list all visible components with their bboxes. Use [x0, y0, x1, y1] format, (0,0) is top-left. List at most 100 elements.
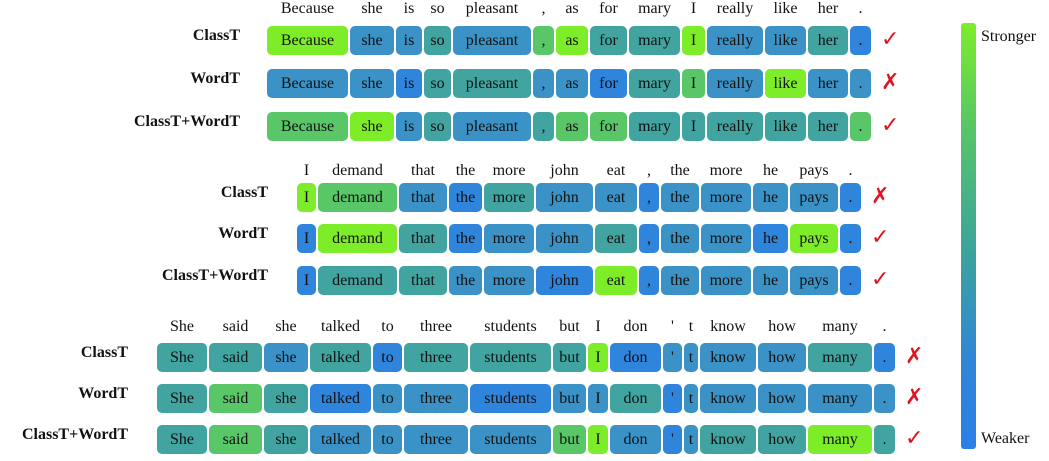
token-box: I	[682, 26, 705, 55]
header-token: three	[420, 318, 452, 335]
token-box: for	[590, 26, 627, 55]
header-token: more	[709, 162, 743, 179]
token-box: I	[682, 112, 705, 141]
header-token: as	[565, 0, 579, 17]
token-box: she	[350, 69, 394, 98]
header-token: he	[762, 162, 779, 179]
token-box: her	[808, 69, 848, 98]
token-box: .	[850, 26, 871, 55]
token-box: demand	[318, 224, 397, 253]
header-token: talked	[320, 318, 361, 335]
header-token: eat	[606, 162, 626, 179]
token-box: she	[350, 112, 394, 141]
cross-mark-icon: ✗	[905, 344, 924, 369]
token-box: mary	[629, 69, 680, 98]
header-token: pleasant	[465, 0, 519, 17]
token-box: students	[470, 425, 551, 454]
token-box: the	[449, 224, 482, 253]
token-box: her	[808, 26, 848, 55]
header-token: to	[381, 318, 394, 335]
token-box: as	[556, 69, 588, 98]
token-box: Because	[267, 26, 348, 55]
token-box: ,	[639, 266, 659, 295]
token-box: the	[449, 266, 482, 295]
token-box: how	[758, 343, 806, 372]
header-token: .	[858, 0, 863, 17]
token-box: demand	[318, 266, 397, 295]
token-box: don	[610, 384, 661, 413]
token-box: t	[684, 425, 698, 454]
header-token: really	[716, 0, 754, 17]
token-box: ,	[533, 69, 554, 98]
token-box: said	[209, 425, 262, 454]
token-box: .	[840, 183, 861, 212]
token-box: I	[588, 384, 608, 413]
token-box: .	[840, 224, 861, 253]
header-token: the	[455, 162, 476, 179]
token-box: .	[874, 425, 895, 454]
token-box: so	[424, 26, 451, 55]
token-box: said	[209, 384, 262, 413]
token-box: demand	[318, 183, 397, 212]
token-box: how	[758, 425, 806, 454]
token-box: more	[701, 183, 751, 212]
method-label: ClassT	[192, 27, 240, 44]
token-box: the	[449, 183, 482, 212]
token-box: ,	[639, 183, 659, 212]
token-box: I	[588, 343, 608, 372]
token-box: I	[682, 69, 705, 98]
token-box: .	[840, 266, 861, 295]
header-token: her	[817, 0, 839, 17]
method-label: ClassT	[80, 344, 128, 361]
header-token: don	[623, 318, 648, 335]
token-box: how	[758, 384, 806, 413]
header-token: she	[361, 0, 383, 17]
cross-mark-icon: ✗	[871, 184, 890, 209]
token-box: that	[399, 224, 447, 253]
header-token: .	[882, 318, 887, 335]
method-label: WordT	[218, 225, 268, 242]
token-box: eat	[595, 266, 637, 295]
token-box: said	[209, 343, 262, 372]
token-box: eat	[595, 224, 637, 253]
token-box: mary	[629, 26, 680, 55]
token-box: is	[396, 112, 422, 141]
check-mark-icon: ✓	[881, 27, 900, 52]
header-token: the	[670, 162, 690, 179]
header-token: john	[550, 162, 579, 179]
token-box: students	[470, 343, 551, 372]
token-box: the	[661, 266, 699, 295]
header-token: that	[411, 162, 435, 179]
token-box: I	[588, 425, 608, 454]
token-box: she	[350, 26, 394, 55]
header-token: I	[690, 0, 697, 17]
token-box: really	[707, 112, 763, 141]
token-box: three	[404, 384, 468, 413]
token-box: pleasant	[453, 112, 531, 141]
token-box: three	[404, 343, 468, 372]
token-box: I	[297, 224, 316, 253]
token-box: I	[297, 266, 316, 295]
method-label: ClassT	[220, 184, 268, 201]
token-box: I	[297, 183, 316, 212]
token-box: really	[707, 26, 763, 55]
token-box: for	[590, 112, 627, 141]
token-box: more	[484, 266, 534, 295]
token-box: like	[765, 112, 806, 141]
token-box: but	[553, 425, 586, 454]
token-box: ,	[533, 26, 554, 55]
token-box: like	[765, 69, 806, 98]
token-box: She	[157, 425, 207, 454]
token-box: to	[373, 384, 402, 413]
token-box: more	[701, 266, 751, 295]
token-box: but	[553, 384, 586, 413]
token-box: he	[753, 224, 788, 253]
cross-mark-icon: ✗	[905, 385, 924, 410]
token-box: for	[590, 69, 627, 98]
token-box: she	[264, 425, 308, 454]
token-box: john	[536, 266, 593, 295]
token-box: to	[373, 343, 402, 372]
header-token: more	[492, 162, 526, 179]
token-box: as	[556, 112, 588, 141]
token-box: john	[536, 224, 593, 253]
